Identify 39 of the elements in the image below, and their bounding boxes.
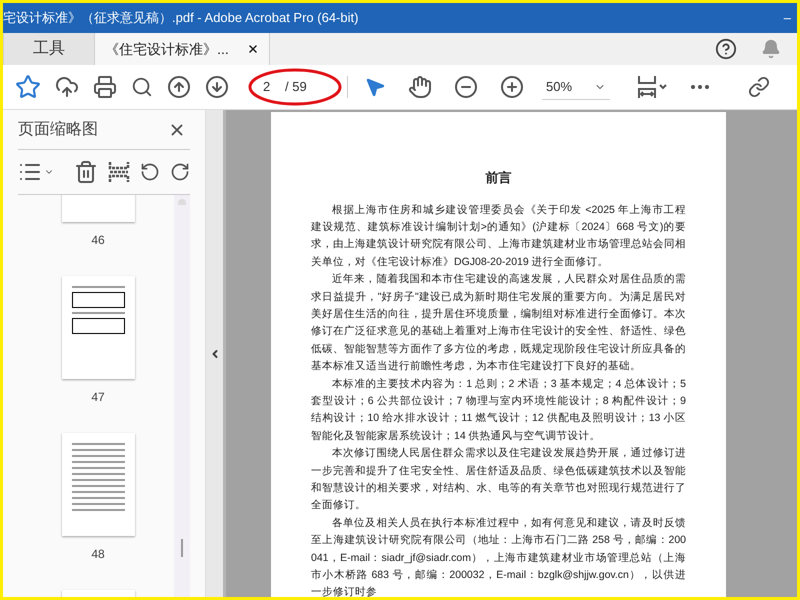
print-icon[interactable] (93, 75, 117, 99)
document-tab[interactable]: 工具 (3, 33, 95, 65)
cloud-upload-icon[interactable] (55, 75, 79, 99)
body-paragraph: 近年来，随着我国和本市住宅建设的高速发展，人民群众对居住品质的需求日益提升，"好房子"建设已成为新时期住宅发展的重要方向。为满足居民对美好居住生活的向往，提升居住环境质量，编制组对标准进行全面修订。本次修订在广泛征求意见的基础上着重对上海市住宅设计的安全性、舒适性、绿色低碳、智能智慧等方面作了多方位的考虑，既规定现阶段住宅设计所应具备的基本标准又适当进行前瞻性考虑，为本市住宅建设打下良好的基础。 (311, 272, 686, 374)
page-number-label: 46 (91, 232, 105, 249)
panel-title: 页面缩略图 (18, 120, 98, 140)
minimize-button[interactable]: – (784, 8, 791, 28)
hand-icon[interactable] (408, 75, 432, 99)
body-paragraph: 本标准的主要技术内容为：1 总则；2 术语；3 基本规定；4 总体设计；5 套型设计；6 公共部位设计；7 物理与室内环境性能设计；8 构配件设计；9 结构设计；10 给水排水设计；11 燃气设计；12 供配电及照明设计；13 小区智能化及智能家居系统设计；14 供热通风与空气调节设计。 (311, 376, 686, 444)
close-icon[interactable] (246, 43, 259, 55)
insert-page-icon[interactable] (108, 160, 130, 184)
window-title: 宅设计标准》（征求意见稿）.pdf - Adobe Acrobat Pro (64-bit) (3, 9, 358, 28)
trash-icon[interactable] (74, 160, 98, 184)
scrollbar-track[interactable] (174, 195, 190, 597)
page-heading: 前言 (486, 169, 512, 187)
link-icon[interactable] (748, 76, 770, 98)
body-paragraph: 各单位及相关人员在执行本标准过程中，如有何意见和建议，请及时反馈至上海建筑设计研究院有限公司（地址：上海市石门二路 258 号，邮编：200041，E-mail：siadr_jf@siadr.com），上海市建筑建材业市场管理总站（上海市小木桥路 683 号，邮编：200032，E-mail：bzglk@shjjw.gov.cn），以供进一步修订时参 (311, 516, 686, 597)
document-tab[interactable]: 《住宅设计标准》... (95, 33, 270, 65)
page-thumbnail[interactable] (62, 276, 134, 379)
body-paragraph: 根据上海市住房和城乡建设管理委员会《关于印发 <2025 年上海市工程建设规范、建筑标准设计编制计划>的通知》(沪建标〔2024〕668 号文)的要求，由上海建筑设计研究院有限公司、上海市建筑建材业市场管理总站会同相关单位，对《住宅设计标准》DGJ08-20-2019 进行全面修订。 (311, 202, 686, 270)
zoom-in-icon[interactable] (500, 75, 524, 99)
page-fit-icon[interactable] (636, 74, 668, 100)
zoom-out-icon[interactable] (454, 75, 478, 99)
rotate-left-icon[interactable] (140, 162, 160, 182)
page-total: / 59 (285, 78, 307, 96)
search-icon[interactable] (131, 76, 153, 98)
rotate-right-icon[interactable] (170, 162, 190, 182)
help-icon[interactable] (715, 38, 737, 60)
page-thumbnail[interactable] (62, 433, 134, 536)
star-icon[interactable] (15, 74, 41, 100)
page-number-label: 47 (91, 389, 105, 406)
scrollbar-thumb[interactable] (181, 539, 183, 557)
body-paragraph: 本次修订围绕人民居住群众需求以及住宅建设发展趋势开展，通过修订进一步完善和提升了住宅安全性、居住舒适及品质、绿色低碳建筑技术以及智能和智慧设计的相关要求，对结构、水、电等的有关章节也对照现行规范进行了全面修订。 (311, 446, 686, 514)
arrow-up-icon[interactable] (167, 75, 191, 99)
page-number-label: 48 (91, 546, 105, 563)
page-number-field[interactable]: 2 (263, 77, 283, 97)
zoom-dropdown[interactable]: 50% (542, 74, 610, 100)
pointer-icon[interactable] (364, 76, 386, 98)
arrow-down-icon[interactable] (205, 75, 229, 99)
